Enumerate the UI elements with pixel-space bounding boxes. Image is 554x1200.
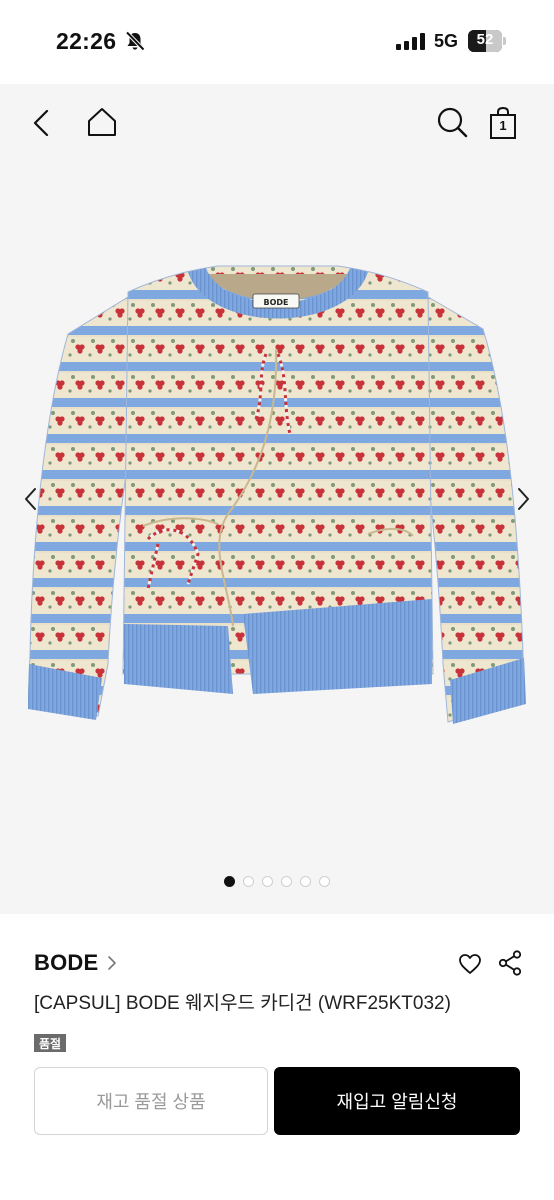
pagination-dot[interactable] [262, 876, 273, 887]
pagination-dot[interactable] [243, 876, 254, 887]
product-name: [CAPSUL] BODE 웨지우드 카디건 (WRF25KT032) [34, 993, 451, 1014]
bell-off-icon [125, 31, 145, 51]
network-type: 5G [434, 31, 459, 51]
search-icon[interactable] [436, 106, 468, 138]
brand-link[interactable]: BODE [34, 950, 98, 976]
sold-out-badge: 품절 [34, 1034, 67, 1052]
product-image[interactable]: BODE [28, 254, 528, 754]
cart-count: 1 [499, 118, 507, 133]
battery-level: 52 [476, 31, 494, 48]
pagination-dot[interactable] [300, 876, 311, 887]
back-arrow-icon[interactable] [28, 108, 58, 138]
status-bar: 22:26 5G 52 [0, 0, 554, 84]
restock-alert-button[interactable]: 재입고 알림신청 [274, 1067, 520, 1135]
image-brand-tag: BODE [263, 298, 288, 307]
product-gallery[interactable]: 1 BODE [0, 84, 554, 914]
image-pagination[interactable] [0, 876, 554, 890]
signal-bars-icon [396, 33, 425, 50]
battery-icon: 52 [468, 30, 506, 52]
sold-out-button[interactable]: 재고 품절 상품 [34, 1067, 268, 1135]
share-icon[interactable] [498, 950, 522, 976]
heart-icon[interactable] [458, 952, 482, 976]
chevron-right-icon[interactable] [106, 955, 118, 971]
pagination-dot[interactable] [281, 876, 292, 887]
pagination-dot[interactable] [319, 876, 330, 887]
cart-button[interactable]: 1 [488, 106, 518, 140]
brand-row: BODE [34, 950, 522, 980]
status-time: 22:26 [56, 28, 117, 54]
home-icon[interactable] [86, 106, 118, 138]
pagination-dot[interactable] [224, 876, 235, 887]
